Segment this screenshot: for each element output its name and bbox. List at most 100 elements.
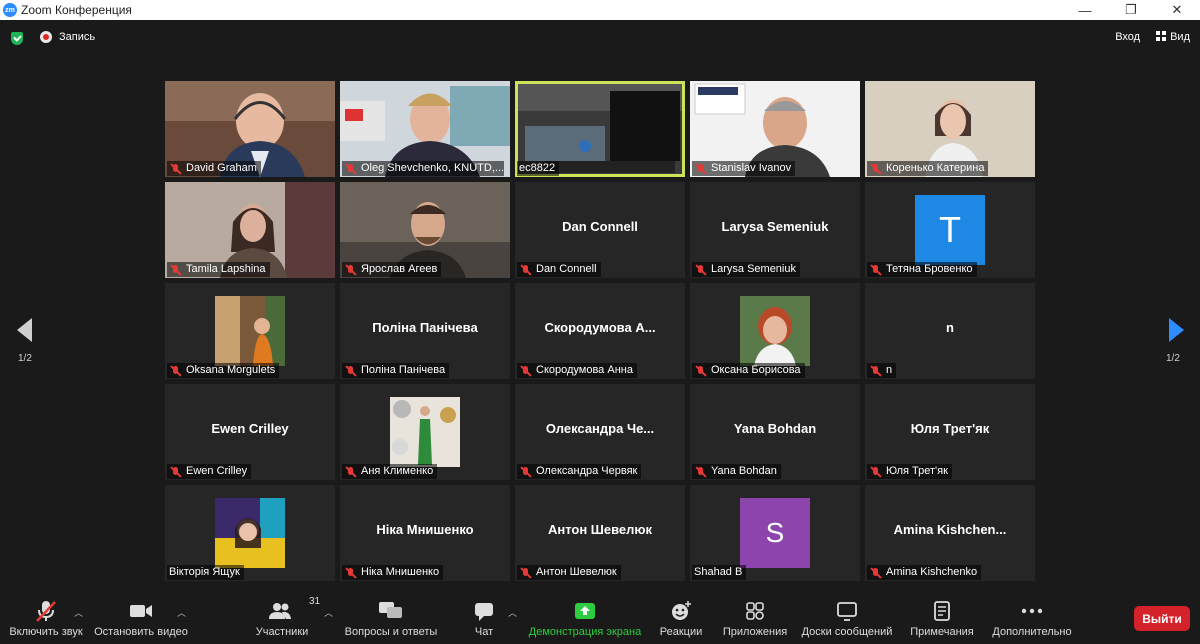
- avatar: T: [915, 195, 985, 265]
- avatar-photo: [390, 397, 460, 467]
- mic-muted-icon: [519, 365, 533, 377]
- participants-chevron-up-icon[interactable]: ︿: [324, 606, 333, 619]
- participant-name: Тетяна Бровенко: [886, 263, 973, 275]
- participants-count: 31: [309, 596, 321, 607]
- enter-button[interactable]: Вход: [1115, 31, 1140, 43]
- previous-page-arrow-icon[interactable]: [17, 318, 32, 342]
- participant-tile[interactable]: Аня Клименко: [340, 384, 510, 480]
- participant-tile[interactable]: S Shahad B: [690, 485, 860, 581]
- more-button[interactable]: Дополнительно: [990, 594, 1074, 644]
- mic-muted-icon: [344, 466, 358, 478]
- participant-tile[interactable]: Олександра Че... Олександра Червяк: [515, 384, 685, 480]
- notes-button[interactable]: Примечания: [908, 594, 976, 644]
- participant-tile[interactable]: Dan Connell Dan Connell: [515, 182, 685, 278]
- grid-view-icon: [1156, 31, 1167, 41]
- apps-button[interactable]: Приложения: [720, 594, 790, 644]
- mic-muted-icon: [869, 264, 883, 276]
- participant-display-name: n: [946, 320, 954, 335]
- participant-tile[interactable]: Вікторія Ящук: [165, 485, 335, 581]
- maximize-button[interactable]: ❐: [1108, 0, 1154, 20]
- participant-name: Антон Шевелюк: [536, 566, 617, 578]
- close-window-button[interactable]: ✕: [1154, 0, 1200, 20]
- chat-label: Чат: [474, 626, 494, 638]
- participant-tile[interactable]: Oleg Shevchenko, KNUTD,...: [340, 81, 510, 177]
- mic-muted-icon: [694, 466, 708, 478]
- leave-meeting-button[interactable]: Выйти: [1134, 606, 1190, 631]
- participant-tile[interactable]: Поліна Панічева Поліна Панічева: [340, 283, 510, 379]
- participant-tile[interactable]: Ніка Мнишенко Ніка Мнишенко: [340, 485, 510, 581]
- participant-tile[interactable]: Stanislav Ivanov: [690, 81, 860, 177]
- mic-muted-icon: [169, 365, 183, 377]
- minimize-button[interactable]: —: [1062, 0, 1108, 20]
- participant-name: Larysa Semeniuk: [711, 263, 796, 275]
- participant-name: Oleg Shevchenko, KNUTD,...: [361, 162, 504, 174]
- avatar-photo: [215, 296, 285, 366]
- stop-video-button[interactable]: Остановить видео: [92, 594, 190, 644]
- whiteboards-button[interactable]: Доски сообщений: [800, 594, 894, 644]
- participant-tile[interactable]: Ewen Crilley Ewen Crilley: [165, 384, 335, 480]
- participant-tile[interactable]: Larysa Semeniuk Larysa Semeniuk: [690, 182, 860, 278]
- qa-button[interactable]: Вопросы и ответы: [342, 594, 440, 644]
- participant-name: Yana Bohdan: [711, 465, 777, 477]
- meeting-toolbar: Включить звук ︿ Остановить видео ︿ 31 Уч…: [0, 594, 1200, 644]
- participant-display-name: Антон Шевелюк: [547, 522, 653, 537]
- view-button[interactable]: Вид: [1156, 31, 1190, 43]
- reactions-button[interactable]: Реакции: [658, 594, 704, 644]
- audio-options-chevron-up-icon[interactable]: ︿: [74, 606, 83, 619]
- chat-chevron-up-icon[interactable]: ︿: [508, 606, 517, 619]
- participant-name: Вікторія Ящук: [169, 566, 240, 578]
- mic-muted-icon: [519, 567, 533, 579]
- participant-tile[interactable]: Антон Шевелюк Антон Шевелюк: [515, 485, 685, 581]
- participant-tile[interactable]: David Graham: [165, 81, 335, 177]
- participant-tile[interactable]: Скородумова А... Скородумова Анна: [515, 283, 685, 379]
- participant-tile-active-speaker[interactable]: ec8822: [515, 81, 685, 177]
- chat-button[interactable]: Чат: [466, 594, 502, 644]
- apps-label: Приложения: [722, 626, 788, 638]
- mic-muted-icon: [169, 163, 183, 175]
- mic-muted-icon: [694, 264, 708, 276]
- chat-bubble-icon: [469, 598, 499, 624]
- window-title: Zoom Конференция: [21, 3, 132, 17]
- participant-name: Ярослав Агеев: [361, 263, 438, 275]
- participant-name: Оксана Борисова: [711, 364, 801, 376]
- participants-button[interactable]: 31 Участники: [250, 594, 320, 644]
- participants-icon: 31: [267, 596, 320, 624]
- participant-tile[interactable]: Оксана Борисова: [690, 283, 860, 379]
- participant-tile[interactable]: Коренько Катерина: [865, 81, 1035, 177]
- participant-display-name: Олександра Че...: [545, 421, 655, 436]
- mic-muted-icon: [869, 466, 883, 478]
- avatar: S: [740, 498, 810, 568]
- participant-tile[interactable]: Oksana Morgulets: [165, 283, 335, 379]
- video-camera-icon: [126, 598, 156, 624]
- participant-display-name: Amina Kishchen...: [893, 522, 1007, 537]
- next-page-arrow-icon[interactable]: [1169, 318, 1184, 342]
- participant-tile[interactable]: Ярослав Агеев: [340, 182, 510, 278]
- participant-name: Юля Трет'як: [886, 465, 948, 477]
- share-screen-button[interactable]: Демонстрация экрана: [528, 594, 642, 644]
- apps-grid-icon: [740, 598, 770, 624]
- meeting-topbar: Запись Вход Вид: [0, 20, 1200, 56]
- participant-display-name: Ніка Мнишенко: [376, 522, 474, 537]
- more-label: Дополнительно: [992, 626, 1072, 638]
- qa-bubbles-icon: [376, 598, 406, 624]
- participant-display-name: Юля Трет'як: [910, 421, 990, 436]
- whiteboard-icon: [832, 598, 862, 624]
- participant-name: Коренько Катерина: [886, 162, 985, 174]
- participant-display-name: Yana Bohdan: [733, 421, 817, 436]
- participant-tile[interactable]: Юля Трет'як Юля Трет'як: [865, 384, 1035, 480]
- mic-muted-icon: [519, 264, 533, 276]
- avatar-photo: [740, 296, 810, 366]
- page-indicator-right: 1/2: [1166, 353, 1180, 364]
- security-shield-icon[interactable]: [11, 32, 23, 45]
- participant-tile[interactable]: n n: [865, 283, 1035, 379]
- participant-tile[interactable]: Yana Bohdan Yana Bohdan: [690, 384, 860, 480]
- participant-tile[interactable]: Amina Kishchen... Amina Kishchenko: [865, 485, 1035, 581]
- recording-indicator[interactable]: Запись: [40, 31, 95, 43]
- unmute-button[interactable]: Включить звук: [4, 594, 88, 644]
- participant-tile[interactable]: Tamila Lapshina: [165, 182, 335, 278]
- participant-tile[interactable]: T Тетяна Бровенко: [865, 182, 1035, 278]
- notes-document-icon: [927, 598, 957, 624]
- video-options-chevron-up-icon[interactable]: ︿: [177, 606, 186, 619]
- participant-name: Tamila Lapshina: [186, 263, 266, 275]
- participants-label: Участники: [255, 626, 309, 638]
